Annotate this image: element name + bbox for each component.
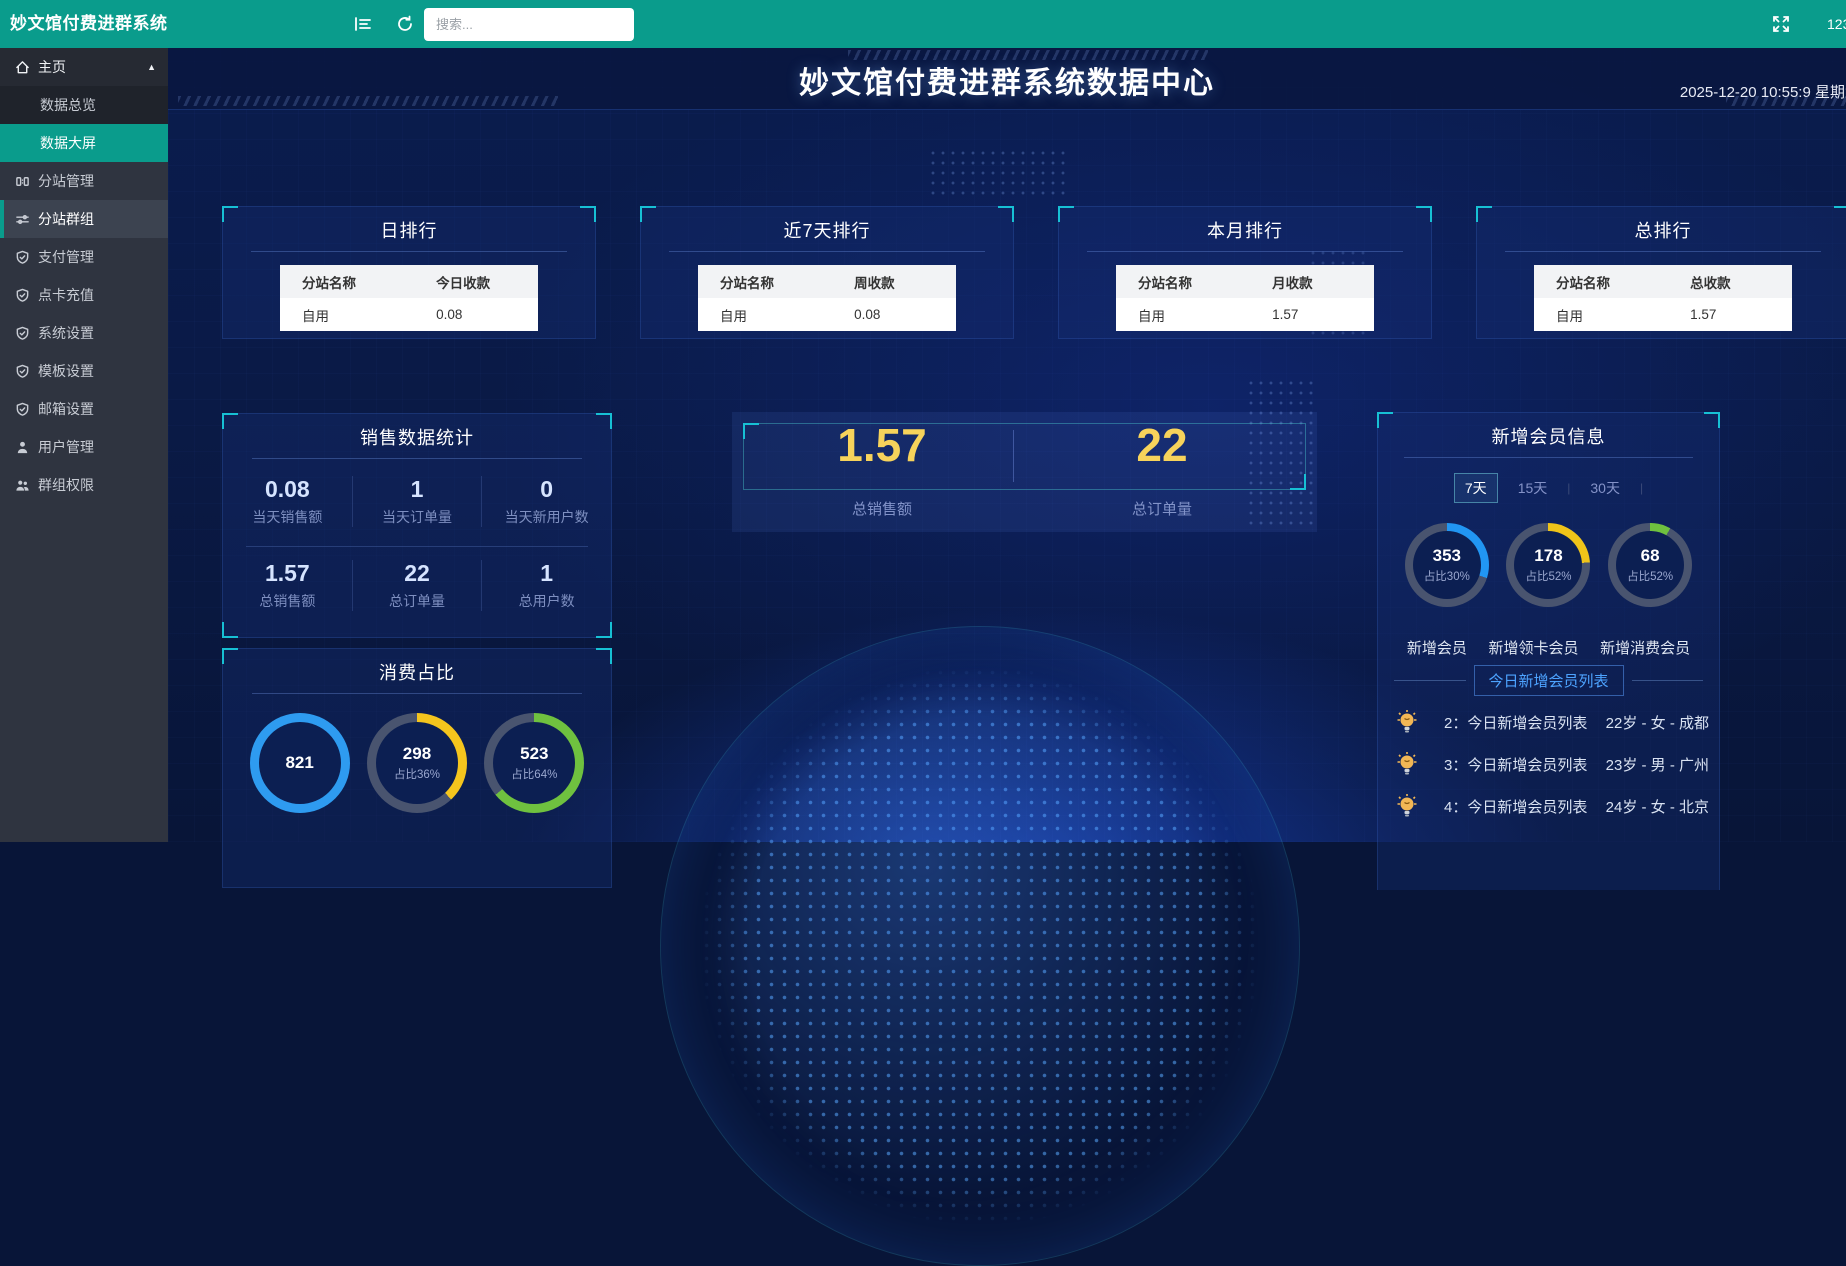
sidebar-item-payment[interactable]: 支付管理: [0, 238, 168, 276]
list-item-info: 24岁 - 女 - 北京: [1606, 796, 1709, 817]
shield-check-icon: [15, 250, 30, 265]
caret-up-icon: ▲: [147, 62, 156, 72]
sidebar-item-home[interactable]: 主页 ▲: [0, 48, 168, 86]
ring-label: 新增领卡会员: [1488, 637, 1578, 658]
rank-card-total: 总排行 分站名称总收款 自用1.57: [1476, 206, 1846, 339]
ring-label: 新增会员: [1407, 637, 1467, 658]
list-item: 4： 今日新增会员列表 24岁 - 女 - 北京: [1396, 785, 1709, 827]
sidebar-item-group-permission[interactable]: 群组权限: [0, 466, 168, 504]
tab-15days[interactable]: 15天: [1508, 474, 1558, 502]
home-icon: [15, 60, 30, 75]
username[interactable]: 123: [1827, 0, 1846, 48]
card-title: 日排行: [223, 217, 595, 243]
sidebar-item-data-screen[interactable]: 数据大屏: [0, 124, 168, 162]
card-title: 总排行: [1477, 217, 1846, 243]
card-title: 近7天排行: [641, 217, 1013, 243]
members-panel: 新增会员信息 7天 15天 | 30天 | 353占比30% 178占比52% …: [1377, 412, 1720, 890]
stat-total-users: 1总用户数: [482, 560, 611, 611]
members-ring-new: 353占比30%: [1405, 523, 1489, 607]
table-row: 自用1.57: [1116, 298, 1374, 331]
fullscreen-icon[interactable]: [1768, 12, 1794, 38]
totals-panel: 1.57 22 总销售额 总订单量: [732, 412, 1317, 532]
bulb-icon: [1396, 793, 1418, 819]
stat-total-orders: 22总订单量: [352, 560, 483, 611]
sidebar: 主页 ▲ 数据总览 数据大屏 分站管理 分站群组 支付管理 点卡充值 系统设置 …: [0, 48, 168, 842]
list-item: 3： 今日新增会员列表 23岁 - 男 - 广州: [1396, 743, 1709, 785]
members-tabs: 7天 15天 | 30天 |: [1378, 473, 1719, 503]
tab-30days[interactable]: 30天: [1580, 474, 1630, 502]
total-orders-value: 22: [1022, 418, 1302, 472]
collapse-menu-icon[interactable]: [350, 12, 376, 38]
rank-table: 分站名称周收款 自用0.08: [698, 265, 956, 331]
shield-check-icon: [15, 402, 30, 417]
user-icon: [15, 440, 30, 455]
sidebar-item-system-settings[interactable]: 系统设置: [0, 314, 168, 352]
list-item: 2： 今日新增会员列表 22岁 - 女 - 成都: [1396, 701, 1709, 743]
ring-label: 新增消费会员: [1600, 637, 1690, 658]
members-ring-consume: 68占比52%: [1608, 523, 1692, 607]
datetime: 2025-12-20 10:55:9 星期六: [1390, 81, 1846, 102]
list-item-text: 今日新增会员列表: [1467, 754, 1587, 775]
stat-today-sales: 0.08当天销售额: [223, 476, 352, 527]
sidebar-item-site-manage[interactable]: 分站管理: [0, 162, 168, 200]
sidebar-item-data-overview[interactable]: 数据总览: [0, 86, 168, 124]
shield-check-icon: [15, 288, 30, 303]
card-title: 新增会员信息: [1378, 423, 1719, 449]
shield-check-icon: [15, 326, 30, 341]
consumption-ring-3: 523占比64%: [484, 713, 584, 813]
total-sales-value: 1.57: [742, 418, 1022, 472]
refresh-icon[interactable]: [392, 12, 418, 38]
consumption-card: 消费占比 821 298占比36% 523占比64%: [222, 648, 612, 888]
table-row: 自用0.08: [280, 298, 538, 331]
list-item-text: 今日新增会员列表: [1467, 712, 1587, 733]
sliders-icon: [15, 212, 30, 227]
rank-card-month: 本月排行 分站名称月收款 自用1.57: [1058, 206, 1432, 339]
rank-card-daily: 日排行 分站名称今日收款 自用0.08: [222, 206, 596, 339]
list-item-info: 23岁 - 男 - 广州: [1606, 754, 1709, 775]
list-item-num: 2：: [1444, 712, 1467, 733]
consumption-ring-2: 298占比36%: [367, 713, 467, 813]
rank-table: 分站名称月收款 自用1.57: [1116, 265, 1374, 331]
sidebar-item-user-manage[interactable]: 用户管理: [0, 428, 168, 466]
dashboard: 妙文馆付费进群系统数据中心 2025-12-20 10:55:9 星期六 日排行…: [168, 48, 1846, 842]
stat-total-sales: 1.57总销售额: [223, 560, 352, 611]
users-icon: [15, 478, 30, 493]
sidebar-item-card-recharge[interactable]: 点卡充值: [0, 276, 168, 314]
shield-check-icon: [15, 364, 30, 379]
list-item-info: 22岁 - 女 - 成都: [1606, 712, 1709, 733]
stat-today-orders: 1当天订单量: [352, 476, 483, 527]
list-item-num: 3：: [1444, 754, 1467, 775]
bulb-icon: [1396, 751, 1418, 777]
card-title: 本月排行: [1059, 217, 1431, 243]
stat-today-new-users: 0当天新用户数: [482, 476, 611, 527]
card-title: 销售数据统计: [223, 424, 611, 450]
table-row: 自用1.57: [1534, 298, 1792, 331]
sidebar-item-email-settings[interactable]: 邮箱设置: [0, 390, 168, 428]
list-item-text: 今日新增会员列表: [1467, 796, 1587, 817]
rank-table: 分站名称今日收款 自用0.08: [280, 265, 538, 331]
sidebar-item-site-group[interactable]: 分站群组: [0, 200, 168, 238]
sites-icon: [15, 174, 30, 189]
app-logo: 妙文馆付费进群系统: [10, 0, 168, 48]
members-list: 2： 今日新增会员列表 22岁 - 女 - 成都 3： 今日新增会员列表 23岁…: [1396, 701, 1709, 827]
table-row: 自用0.08: [698, 298, 956, 331]
search-input[interactable]: [424, 8, 634, 41]
members-ring-card: 178占比52%: [1506, 523, 1590, 607]
card-title: 消费占比: [223, 659, 611, 685]
consumption-ring-1: 821: [250, 713, 350, 813]
globe-decoration: [700, 666, 1260, 1226]
dashboard-header: 妙文馆付费进群系统数据中心 2025-12-20 10:55:9 星期六: [168, 48, 1846, 110]
total-sales-label: 总销售额: [742, 498, 1022, 519]
rank-table: 分站名称总收款 自用1.57: [1534, 265, 1792, 331]
rank-card-7days: 近7天排行 分站名称周收款 自用0.08: [640, 206, 1014, 339]
total-orders-label: 总订单量: [1022, 498, 1302, 519]
bulb-icon: [1396, 709, 1418, 735]
tab-7days[interactable]: 7天: [1454, 473, 1498, 503]
list-item-num: 4：: [1444, 796, 1467, 817]
today-members-button[interactable]: 今日新增会员列表: [1474, 665, 1624, 696]
sidebar-item-template-settings[interactable]: 模板设置: [0, 352, 168, 390]
sales-stats-card: 销售数据统计 0.08当天销售额 1当天订单量 0当天新用户数 1.57总销售额…: [222, 413, 612, 638]
topbar: 妙文馆付费进群系统 123: [0, 0, 1846, 48]
